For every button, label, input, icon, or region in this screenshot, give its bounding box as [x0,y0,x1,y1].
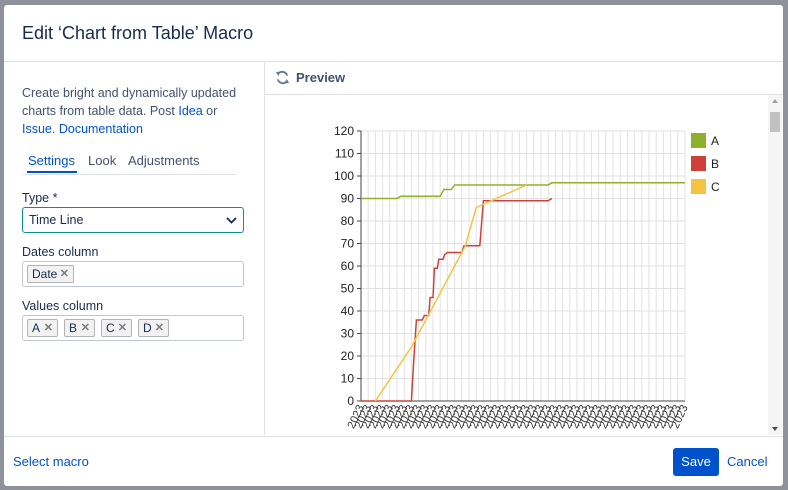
y-tick-label: 0 [347,394,354,408]
description: Create bright and dynamically updated ch… [22,84,252,138]
preview-header: Preview [265,62,783,95]
y-tick-label: 80 [341,214,355,228]
scroll-down-arrow[interactable] [772,427,778,431]
cancel-button[interactable]: Cancel [727,454,767,469]
description-text: Create bright and dynamically updated ch… [22,86,237,118]
refresh-icon[interactable] [275,70,290,85]
remove-chip-icon[interactable]: ✕ [155,320,164,337]
scroll-thumb[interactable] [770,112,780,132]
remove-chip-icon[interactable]: ✕ [118,320,127,337]
chip-label: A [32,321,41,335]
select-macro-link[interactable]: Select macro [13,454,89,469]
scroll-up-arrow[interactable] [772,99,778,103]
y-tick-label: 120 [334,124,354,138]
value-chip-c: C ✕ [101,319,132,337]
chevron-down-icon [226,217,237,224]
value-chip-a: A ✕ [27,319,58,337]
series-line-c [374,184,527,402]
documentation-link[interactable]: Documentation [59,122,143,136]
dialog-title: Edit ‘Chart from Table’ Macro [22,23,254,43]
chip-label: Date [32,267,58,281]
legend-label-c: C [711,180,720,194]
values-column-field[interactable]: A ✕ B ✕ C ✕ D ✕ [22,315,244,341]
preview-title: Preview [296,70,346,85]
save-button[interactable]: Save [673,448,719,476]
dialog-footer: Select macro Save Cancel [4,436,783,486]
settings-tabs: Settings Look Adjustments [22,148,237,175]
values-column-label: Values column [22,299,104,313]
y-tick-label: 30 [341,327,355,341]
issue-link[interactable]: Issue. [22,122,55,136]
active-tab-indicator [27,171,77,173]
y-tick-label: 100 [334,169,354,183]
date-chip: Date ✕ [27,265,74,283]
y-tick-label: 90 [341,192,355,206]
vertical-scrollbar[interactable] [768,95,782,435]
y-tick-label: 110 [335,147,354,161]
type-select-value: Time Line [29,213,84,227]
dates-column-field[interactable]: Date ✕ [22,261,244,287]
remove-chip-icon[interactable]: ✕ [81,320,90,337]
y-tick-label: 60 [341,259,355,273]
remove-chip-icon[interactable]: ✕ [60,266,69,283]
type-select[interactable]: Time Line [22,207,244,233]
legend-label-a: A [711,134,719,148]
tab-look[interactable]: Look [88,153,116,168]
legend-swatch-b [691,156,706,171]
type-label: Type * [22,191,58,205]
dialog-header: Edit ‘Chart from Table’ Macro [4,5,783,62]
chip-label: C [106,321,115,335]
chip-label: B [69,321,78,335]
remove-chip-icon[interactable]: ✕ [44,320,53,337]
chart-area: 0 10 20 30 40 50 60 70 80 90 100 110 120 2023 2023 202… [265,95,783,435]
y-tick-label: 50 [341,282,355,296]
value-chip-d: D ✕ [138,319,169,337]
tab-adjustments[interactable]: Adjustments [128,153,200,168]
legend-swatch-a [691,133,706,148]
macro-dialog: Edit ‘Chart from Table’ Macro Create bri… [4,5,783,486]
y-tick-label: 40 [341,304,355,318]
y-tick-label: 20 [341,349,355,363]
value-chip-b: B ✕ [64,319,95,337]
y-tick-label: 70 [341,237,355,251]
series-line-a [361,182,685,200]
tab-settings[interactable]: Settings [28,153,75,168]
preview-panel: Preview 0 10 20 30 40 50 60 70 80 90 100 110 120 202… [265,62,783,435]
y-tick-label: 10 [341,372,355,386]
or-text: or [206,104,218,118]
legend-swatch-c [691,179,706,194]
dates-column-label: Dates column [22,245,99,259]
chip-label: D [143,321,152,335]
settings-panel: Create bright and dynamically updated ch… [4,62,265,435]
legend-label-b: B [711,157,719,171]
timeline-chart: 0102030405060708090100110120 20232023202… [334,124,720,430]
idea-link[interactable]: Idea [178,104,202,118]
